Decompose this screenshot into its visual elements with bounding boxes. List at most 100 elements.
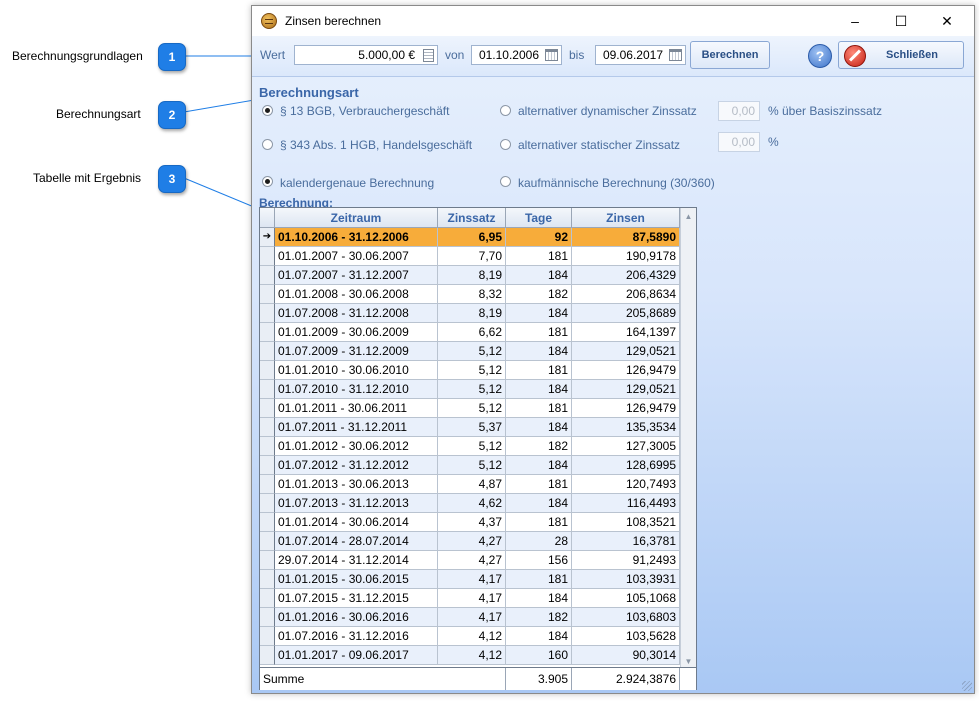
cell-zinsen[interactable]: 126,9479 [572, 399, 680, 418]
table-row[interactable]: 29.07.2014 - 31.12.2014 4,27 156 91,2493 [260, 551, 680, 570]
cell-zinsen[interactable]: 103,5628 [572, 627, 680, 646]
cell-zinsen[interactable]: 129,0521 [572, 342, 680, 361]
row-indicator[interactable] [260, 418, 275, 437]
cell-zinssatz[interactable]: 5,37 [438, 418, 506, 437]
cell-zinsen[interactable]: 206,4329 [572, 266, 680, 285]
cell-zeitraum[interactable]: 01.01.2016 - 30.06.2016 [275, 608, 438, 627]
cell-zinsen[interactable]: 127,3005 [572, 437, 680, 456]
radio-dynamisch-label[interactable]: alternativer dynamischer Zinssatz [518, 104, 697, 118]
cell-zeitraum[interactable]: 01.01.2008 - 30.06.2008 [275, 285, 438, 304]
cell-zinssatz[interactable]: 5,12 [438, 361, 506, 380]
cell-tage[interactable]: 156 [506, 551, 572, 570]
cell-zinssatz[interactable]: 4,27 [438, 551, 506, 570]
cell-zeitraum[interactable]: 01.01.2017 - 09.06.2017 [275, 646, 438, 665]
von-date-input[interactable]: 01.10.2006 [471, 45, 562, 65]
row-indicator[interactable] [260, 646, 275, 665]
table-row[interactable]: 01.07.2015 - 31.12.2015 4,17 184 105,1068 [260, 589, 680, 608]
table-row[interactable]: 01.01.2014 - 30.06.2014 4,37 181 108,3521 [260, 513, 680, 532]
cell-tage[interactable]: 181 [506, 361, 572, 380]
table-row[interactable]: ➔ 01.10.2006 - 31.12.2006 6,95 92 87,5890 [260, 228, 680, 247]
row-indicator[interactable] [260, 608, 275, 627]
row-indicator[interactable] [260, 513, 275, 532]
cell-zeitraum[interactable]: 01.07.2016 - 31.12.2016 [275, 627, 438, 646]
table-row[interactable]: 01.07.2009 - 31.12.2009 5,12 184 129,0521 [260, 342, 680, 361]
berechnen-button[interactable]: Berechnen [690, 41, 770, 69]
row-indicator[interactable] [260, 380, 275, 399]
radio-kaufmaennisch[interactable] [500, 176, 511, 187]
cell-zinssatz[interactable]: 5,12 [438, 456, 506, 475]
cell-zeitraum[interactable]: 01.01.2015 - 30.06.2015 [275, 570, 438, 589]
row-indicator[interactable] [260, 247, 275, 266]
cell-zeitraum[interactable]: 01.01.2011 - 30.06.2011 [275, 399, 438, 418]
cell-zinsen[interactable]: 90,3014 [572, 646, 680, 665]
table-row[interactable]: 01.01.2008 - 30.06.2008 8,32 182 206,8634 [260, 285, 680, 304]
row-indicator[interactable] [260, 399, 275, 418]
cell-zinssatz[interactable]: 5,12 [438, 380, 506, 399]
cell-zinsen[interactable]: 103,3931 [572, 570, 680, 589]
cell-zinsen[interactable]: 91,2493 [572, 551, 680, 570]
calendar-icon[interactable] [669, 49, 682, 61]
row-indicator[interactable] [260, 323, 275, 342]
table-row[interactable]: 01.07.2010 - 31.12.2010 5,12 184 129,0521 [260, 380, 680, 399]
cell-zinssatz[interactable]: 6,62 [438, 323, 506, 342]
cell-tage[interactable]: 184 [506, 304, 572, 323]
table-row[interactable]: 01.07.2014 - 28.07.2014 4,27 28 16,3781 [260, 532, 680, 551]
cell-tage[interactable]: 181 [506, 399, 572, 418]
cell-tage[interactable]: 160 [506, 646, 572, 665]
radio-bgb[interactable] [262, 105, 273, 116]
cell-tage[interactable]: 181 [506, 323, 572, 342]
cell-zinsen[interactable]: 103,6803 [572, 608, 680, 627]
calculator-icon[interactable] [423, 49, 434, 62]
cell-tage[interactable]: 184 [506, 589, 572, 608]
cell-tage[interactable]: 182 [506, 608, 572, 627]
title-bar[interactable]: Zinsen berechnen – ☐ ✕ [252, 6, 974, 36]
cell-zeitraum[interactable]: 01.01.2012 - 30.06.2012 [275, 437, 438, 456]
cell-zinssatz[interactable]: 4,12 [438, 627, 506, 646]
table-row[interactable]: 01.01.2009 - 30.06.2009 6,62 181 164,1397 [260, 323, 680, 342]
row-indicator[interactable] [260, 475, 275, 494]
row-indicator[interactable] [260, 361, 275, 380]
minimize-button[interactable]: – [832, 6, 878, 36]
table-row[interactable]: 01.01.2015 - 30.06.2015 4,17 181 103,3931 [260, 570, 680, 589]
cell-zinsen[interactable]: 128,6995 [572, 456, 680, 475]
table-row[interactable]: 01.07.2012 - 31.12.2012 5,12 184 128,6995 [260, 456, 680, 475]
cell-zinsen[interactable]: 205,8689 [572, 304, 680, 323]
radio-dynamisch[interactable] [500, 105, 511, 116]
cell-zinsen[interactable]: 135,3534 [572, 418, 680, 437]
cell-zinsen[interactable]: 16,3781 [572, 532, 680, 551]
table-row[interactable]: 01.07.2011 - 31.12.2011 5,37 184 135,3534 [260, 418, 680, 437]
cell-tage[interactable]: 184 [506, 456, 572, 475]
cell-zinssatz[interactable]: 8,19 [438, 266, 506, 285]
cell-tage[interactable]: 184 [506, 494, 572, 513]
row-indicator[interactable] [260, 304, 275, 323]
resize-grip-icon[interactable] [962, 681, 972, 691]
row-indicator[interactable] [260, 456, 275, 475]
cell-zeitraum[interactable]: 01.07.2015 - 31.12.2015 [275, 589, 438, 608]
table-row[interactable]: 01.01.2007 - 30.06.2007 7,70 181 190,9178 [260, 247, 680, 266]
radio-kalendergenau[interactable] [262, 176, 273, 187]
cell-zeitraum[interactable]: 01.07.2014 - 28.07.2014 [275, 532, 438, 551]
cell-zinssatz[interactable]: 4,17 [438, 570, 506, 589]
cell-zinssatz[interactable]: 4,27 [438, 532, 506, 551]
table-row[interactable]: 01.01.2010 - 30.06.2010 5,12 181 126,9479 [260, 361, 680, 380]
cell-zinsen[interactable]: 126,9479 [572, 361, 680, 380]
cell-zeitraum[interactable]: 01.01.2007 - 30.06.2007 [275, 247, 438, 266]
cell-zinssatz[interactable]: 4,87 [438, 475, 506, 494]
cell-zeitraum[interactable]: 01.07.2013 - 31.12.2013 [275, 494, 438, 513]
column-header-zinssatz[interactable]: Zinssatz [438, 208, 506, 228]
cell-tage[interactable]: 184 [506, 380, 572, 399]
cell-zinsen[interactable]: 164,1397 [572, 323, 680, 342]
cell-zinssatz[interactable]: 5,12 [438, 342, 506, 361]
cell-zeitraum[interactable]: 01.07.2008 - 31.12.2008 [275, 304, 438, 323]
cell-zinsen[interactable]: 116,4493 [572, 494, 680, 513]
cell-tage[interactable]: 181 [506, 247, 572, 266]
row-indicator[interactable] [260, 627, 275, 646]
row-indicator[interactable] [260, 494, 275, 513]
cell-zeitraum[interactable]: 01.07.2011 - 31.12.2011 [275, 418, 438, 437]
cell-zeitraum[interactable]: 01.07.2009 - 31.12.2009 [275, 342, 438, 361]
table-row[interactable]: 01.01.2013 - 30.06.2013 4,87 181 120,7493 [260, 475, 680, 494]
vertical-scrollbar[interactable]: ▲ ▼ [680, 208, 696, 669]
table-row[interactable]: 01.07.2013 - 31.12.2013 4,62 184 116,4493 [260, 494, 680, 513]
table-row[interactable]: 01.07.2007 - 31.12.2007 8,19 184 206,4329 [260, 266, 680, 285]
row-indicator[interactable] [260, 570, 275, 589]
